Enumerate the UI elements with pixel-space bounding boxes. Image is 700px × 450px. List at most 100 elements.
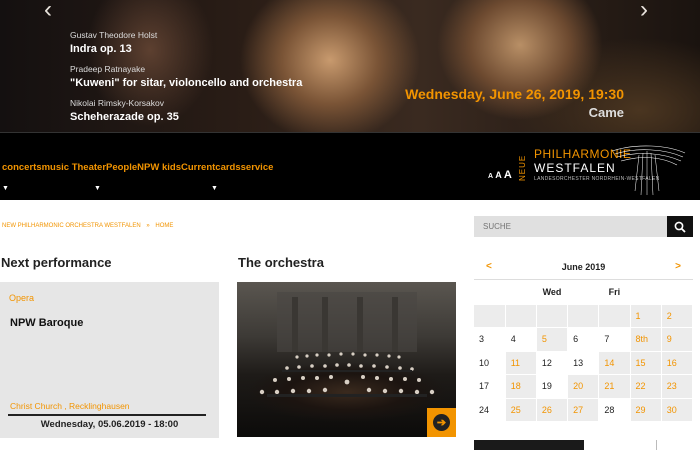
concert-venue: Came: [588, 105, 624, 120]
orchestra-heading: The orchestra: [238, 255, 324, 270]
breadcrumb-item[interactable]: NEW PHILHARMONIC ORCHESTRA WESTFALEN: [2, 223, 141, 229]
site-logo[interactable]: NEUE PHILHARMONIE WESTFALEN LANDESORCHES…: [512, 141, 692, 196]
calendar-day-event[interactable]: 5: [536, 327, 569, 352]
calendar-day: 7: [598, 327, 631, 352]
caret-down-icon[interactable]: ▼: [211, 185, 218, 192]
calendar-header: < June 2019 >: [474, 254, 693, 280]
calendar-day-event[interactable]: 11: [505, 351, 537, 375]
calendar-grid: Wed Fri 1 2 3 4 5 6 7 8th 9 10 11 12 13 …: [474, 280, 694, 422]
logo-line2: WESTFALEN: [534, 161, 616, 175]
calendar-day: 4: [505, 327, 537, 352]
program-item: Nikolai Rimsky-Korsakov Scheherazade op.…: [70, 98, 302, 123]
calendar-day: 12: [536, 351, 569, 375]
weekday-header: [474, 280, 506, 305]
weekday-header: Wed: [536, 280, 569, 305]
arrow-right-circle-icon: ➔: [433, 414, 450, 431]
breadcrumb-item[interactable]: HOME: [155, 223, 173, 229]
calendar-day: 24: [474, 398, 506, 422]
hero-slider: ‹ › Gustav Theodore Holst Indra op. 13 P…: [0, 0, 700, 132]
search-box: [474, 216, 693, 237]
performance-venue[interactable]: Christ Church , Recklinghausen: [10, 401, 130, 411]
calendar-day-event[interactable]: 21: [598, 374, 631, 399]
calendar-next-button[interactable]: >: [675, 261, 681, 272]
calendar-day: 10: [474, 351, 506, 375]
calendar-day-event[interactable]: 15: [630, 351, 662, 375]
teaser-image[interactable]: [474, 440, 584, 450]
calendar-day: 13: [567, 351, 600, 375]
calendar-day-event[interactable]: 23: [661, 374, 694, 399]
calendar-day: 3: [474, 327, 506, 352]
calendar-month: June 2019: [561, 262, 606, 272]
event-calendar: < June 2019 > Wed Fri 1 2 3 4 5 6 7 8th …: [474, 254, 694, 422]
weekday-header: Fri: [598, 280, 631, 305]
calendar-day-event[interactable]: 27: [567, 398, 600, 422]
search-input[interactable]: [474, 216, 667, 237]
caret-down-icon[interactable]: ▼: [94, 185, 101, 192]
work-title: Indra op. 13: [70, 43, 132, 55]
calendar-day-event[interactable]: 25: [505, 398, 537, 422]
weekday-header: [630, 280, 662, 305]
weekday-row: Wed Fri: [474, 280, 694, 305]
calendar-day-event[interactable]: 1: [630, 304, 662, 328]
calendar-week: 3 4 5 6 7 8th 9: [474, 327, 694, 352]
calendar-day-event[interactable]: 2: [661, 304, 694, 328]
next-performance-heading: Next performance: [1, 255, 112, 270]
logo-prefix: NEUE: [518, 154, 527, 181]
program-item: Gustav Theodore Holst Indra op. 13: [70, 30, 302, 55]
work-title: Scheherazade op. 35: [70, 111, 179, 123]
caret-down-icon[interactable]: ▼: [2, 185, 9, 192]
calendar-day-event[interactable]: 8th: [630, 327, 662, 352]
font-size-switcher: A A A: [488, 169, 512, 181]
performance-title[interactable]: NPW Baroque: [10, 317, 83, 329]
font-size-medium[interactable]: A: [495, 170, 501, 180]
calendar-day: 17: [474, 374, 506, 399]
performance-datetime: Wednesday, 05.06.2019 - 18:00: [40, 419, 179, 430]
concert-date: Wednesday, June 26, 2019, 19:30: [405, 86, 624, 102]
breadcrumb: NEW PHILHARMONIC ORCHESTRA WESTFALEN » H…: [2, 223, 173, 229]
orchestra-photo: [259, 292, 435, 397]
calendar-day-event[interactable]: 16: [661, 351, 694, 375]
next-performance-card[interactable]: Opera NPW Baroque Christ Church , Reckli…: [0, 282, 219, 438]
calendar-day-event[interactable]: 18: [505, 374, 537, 399]
calendar-day-event[interactable]: 14: [598, 351, 631, 375]
font-size-small[interactable]: A: [488, 173, 493, 180]
composer-name: Gustav Theodore Holst: [70, 30, 158, 40]
calendar-day: 28: [598, 398, 631, 422]
composer-name: Nikolai Rimsky-Korsakov: [70, 98, 164, 108]
weekday-header: [505, 280, 537, 305]
chevron-left-icon[interactable]: ‹: [44, 0, 52, 24]
work-title: "Kuweni" for sitar, violoncello and orch…: [70, 77, 303, 89]
nav-menu[interactable]: concertsmusic TheaterPeopleNPW kidsCurre…: [2, 162, 273, 173]
calendar-day-event[interactable]: 20: [567, 374, 600, 399]
calendar-day: [598, 304, 631, 328]
orchestra-image[interactable]: ➔: [237, 282, 456, 437]
main-navigation: concertsmusic TheaterPeopleNPW kidsCurre…: [0, 132, 700, 200]
chevron-right-icon[interactable]: ›: [640, 0, 648, 24]
calendar-day: [567, 304, 600, 328]
calendar-day: [474, 304, 506, 328]
calendar-day-event[interactable]: 29: [630, 398, 662, 422]
calendar-day-event[interactable]: 26: [536, 398, 569, 422]
weekday-header: [567, 280, 600, 305]
weekday-header: [661, 280, 694, 305]
calendar-day: 19: [536, 374, 569, 399]
divider: [8, 414, 206, 416]
program-item: Pradeep Ratnayake "Kuweni" for sitar, vi…: [70, 64, 302, 89]
calendar-day: [505, 304, 537, 328]
calendar-week: 17 18 19 20 21 22 23: [474, 374, 694, 399]
concert-program: Gustav Theodore Holst Indra op. 13 Prade…: [70, 30, 302, 132]
composer-name: Pradeep Ratnayake: [70, 64, 146, 74]
calendar-day: 6: [567, 327, 600, 352]
breadcrumb-separator: »: [146, 223, 150, 229]
calendar-week: 10 11 12 13 14 15 16: [474, 351, 694, 375]
orchestra-link-button[interactable]: ➔: [427, 408, 456, 437]
calendar-day-event[interactable]: 22: [630, 374, 662, 399]
calendar-day: [536, 304, 569, 328]
search-icon: [674, 221, 686, 233]
search-button[interactable]: [667, 216, 693, 237]
calendar-day-event[interactable]: 9: [661, 327, 694, 352]
calendar-week: 1 2: [474, 304, 694, 328]
logo-graphic-icon: [611, 145, 686, 196]
calendar-day-event[interactable]: 30: [661, 398, 694, 422]
font-size-large[interactable]: A: [504, 169, 512, 181]
